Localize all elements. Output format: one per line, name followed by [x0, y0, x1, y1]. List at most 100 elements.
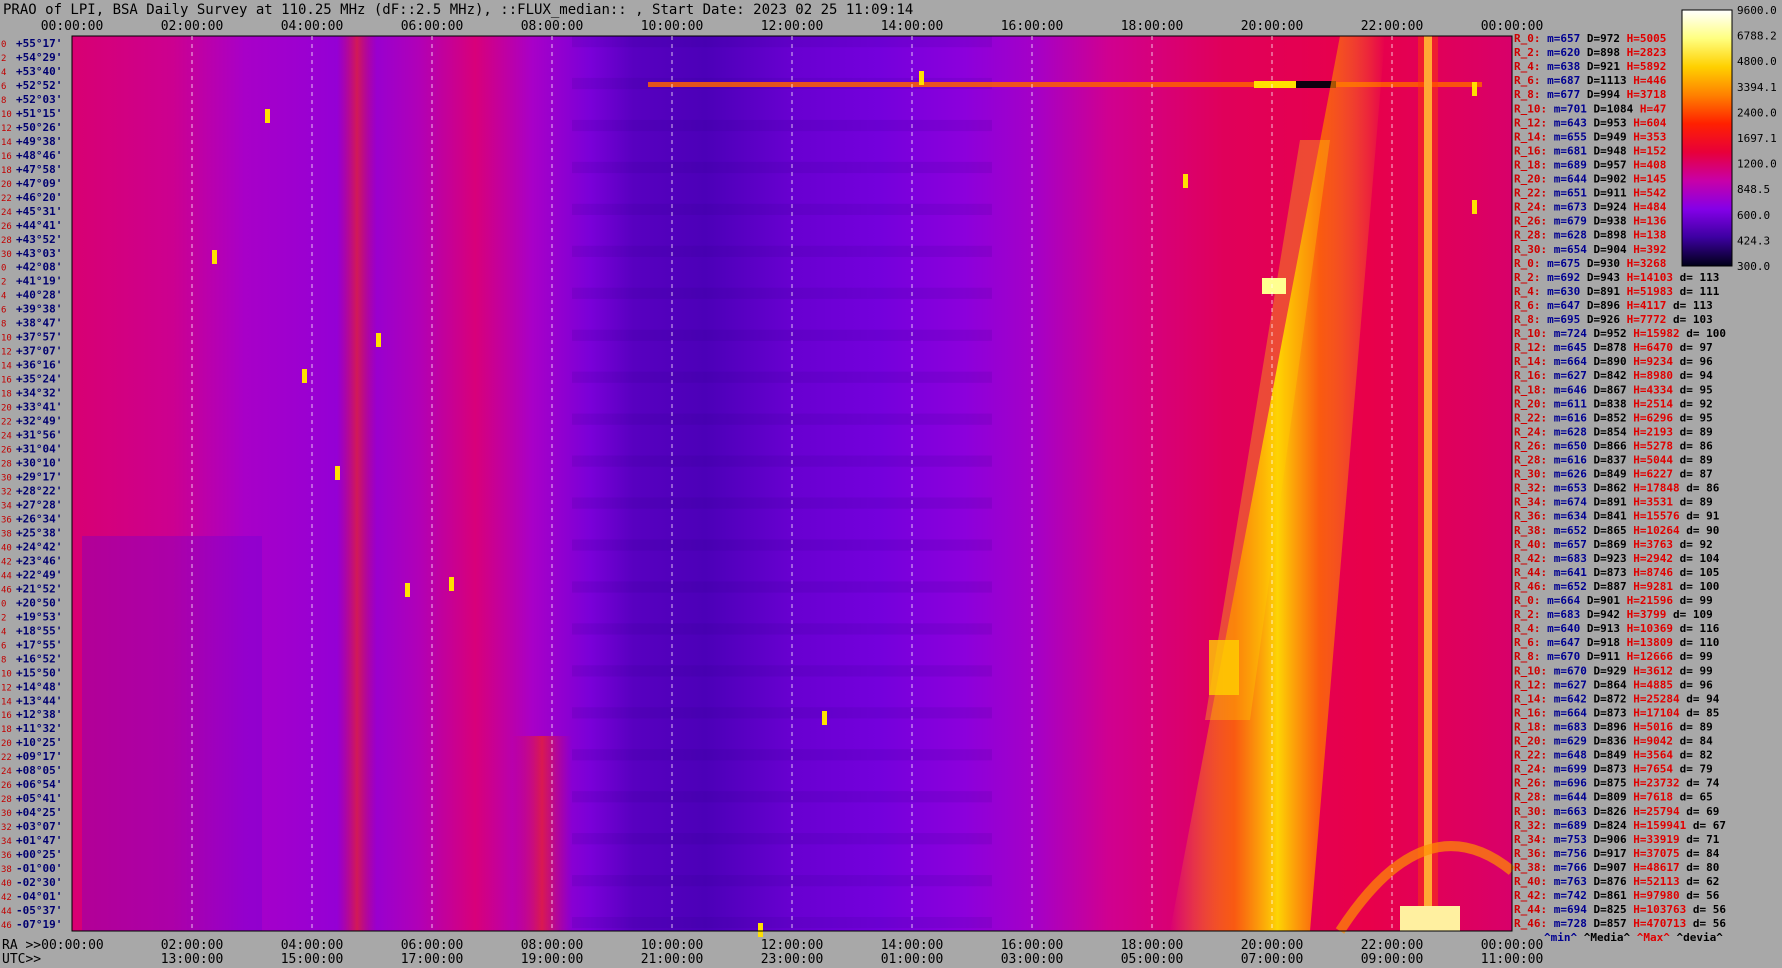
stats-row: R_4: m=640 D=913 H=10369 d= 116	[1514, 622, 1720, 635]
x-top-tick-label: 22:00:00	[1361, 19, 1424, 34]
point-source	[405, 583, 410, 597]
x-top-tick-label: 04:00:00	[281, 19, 344, 34]
stats-row: R_12: m=645 D=878 H=6470 d= 97	[1514, 341, 1713, 354]
colorbar-tick-label: 4800.0	[1737, 55, 1777, 68]
dec-label: +27°28'	[16, 498, 62, 511]
stats-row: R_26: m=650 D=866 H=5278 d= 86	[1514, 439, 1713, 452]
stats-row: R_20: m=644 D=902 H=145	[1514, 173, 1666, 186]
stats-row: R_16: m=627 D=842 H=8980 d= 94	[1514, 369, 1713, 382]
dec-label: +53°40'	[16, 65, 62, 78]
row-index-label: 6	[1, 306, 6, 316]
row-index-label: 46	[1, 585, 12, 595]
dec-label: +26°34'	[16, 512, 62, 525]
row-index-label: 26	[1, 446, 12, 456]
dec-label: +08°05'	[16, 764, 62, 777]
x-bottom-utc-label: 13:00:00	[161, 952, 224, 967]
dec-label: +34°32'	[16, 387, 62, 400]
row-index-label: 2	[1, 54, 6, 64]
dec-label: +36°16'	[16, 359, 62, 372]
dec-label: +23°46'	[16, 554, 62, 567]
stats-row: R_42: m=683 D=923 H=2942 d= 104	[1514, 552, 1720, 565]
row-index-label: 24	[1, 208, 12, 218]
x-bottom-ra-label: 20:00:00	[1241, 938, 1304, 953]
row-index-label: 32	[1, 823, 12, 833]
x-bottom-utc-label: 05:00:00	[1121, 952, 1184, 967]
row-index-label: 16	[1, 711, 12, 721]
stats-row: R_18: m=689 D=957 H=408	[1514, 158, 1666, 171]
stats-row: R_34: m=753 D=906 H=33919 d= 71	[1514, 833, 1720, 846]
stats-row: R_26: m=679 D=938 H=136	[1514, 215, 1667, 228]
point-source	[449, 577, 454, 591]
stats-footer: ^min^ ^Media^ ^Max^ ^devia^	[1544, 931, 1723, 944]
point-source	[376, 333, 381, 347]
dec-label: +20°50'	[16, 596, 62, 609]
dec-label: +49°38'	[16, 135, 62, 148]
x-top-tick-label: 18:00:00	[1121, 19, 1184, 34]
stats-row: R_8: m=695 D=926 H=7772 d= 103	[1514, 313, 1713, 326]
row-index-label: 46	[1, 921, 12, 931]
stats-row: R_24: m=673 D=924 H=484	[1514, 201, 1667, 214]
row-index-label: 10	[1, 334, 12, 344]
row-index-label: 2	[1, 613, 6, 623]
dec-label: +12°38'	[16, 708, 62, 721]
point-source	[335, 466, 340, 480]
dec-label: +42°08'	[16, 261, 62, 274]
dec-label: +31°56'	[16, 429, 62, 442]
heatmap-scanline	[572, 875, 992, 887]
heatmap-scanline	[572, 36, 992, 48]
row-index-label: 30	[1, 809, 12, 819]
row-index-label: 22	[1, 753, 12, 763]
stats-row: R_2: m=683 D=942 H=3799 d= 109	[1514, 608, 1713, 621]
row-index-label: 26	[1, 222, 12, 232]
x-bottom-utc-label: 23:00:00	[761, 952, 824, 967]
colorbar-tick-label: 1697.1	[1737, 132, 1777, 145]
stats-row: R_10: m=670 D=929 H=3612 d= 99	[1514, 664, 1713, 677]
row-index-label: 38	[1, 865, 12, 875]
colorbar-tick-label: 424.3	[1737, 234, 1770, 247]
heatmap-scanline	[572, 413, 992, 425]
dec-label: +52°52'	[16, 79, 62, 92]
row-index-label: 44	[1, 571, 12, 581]
dec-label: +54°29'	[16, 51, 62, 64]
stats-row: R_46: m=652 D=887 H=9281 d= 100	[1514, 580, 1719, 593]
dec-label: +51°15'	[16, 107, 62, 120]
row-index-label: 16	[1, 376, 12, 386]
dec-label: +06°54'	[16, 778, 62, 791]
x-bottom-utc-label: 19:00:00	[521, 952, 584, 967]
dec-label: +04°25'	[16, 806, 62, 819]
heatmap-scanline	[572, 707, 992, 719]
x-top-tick-label: 10:00:00	[641, 19, 704, 34]
stats-row: R_44: m=694 D=825 H=103763 d= 56	[1514, 903, 1726, 916]
stats-row: R_16: m=681 D=948 H=152	[1514, 144, 1666, 157]
dec-label: -04°01'	[16, 890, 62, 903]
stats-row: R_22: m=651 D=911 H=542	[1514, 187, 1666, 200]
heatmap-scanline	[572, 791, 992, 803]
row-index-label: 16	[1, 152, 12, 162]
stats-row: R_2: m=620 D=898 H=2823	[1514, 46, 1666, 59]
row-index-label: 8	[1, 655, 6, 665]
row-index-label: 22	[1, 418, 12, 428]
heatmap-scanline	[572, 371, 992, 383]
dec-label: +24°42'	[16, 540, 62, 553]
stats-row: R_28: m=628 D=898 H=138	[1514, 229, 1666, 242]
stats-row: R_44: m=641 D=873 H=8746 d= 105	[1514, 566, 1719, 579]
row-index-label: 4	[1, 627, 6, 637]
stats-row: R_38: m=766 D=907 H=48617 d= 80	[1514, 861, 1719, 874]
row-index-label: 28	[1, 236, 12, 246]
row-index-label: 28	[1, 795, 12, 805]
row-index-label: 20	[1, 180, 12, 190]
bright-source-low	[1400, 906, 1460, 931]
x-bottom-ra-label: 00:00:00	[1481, 938, 1544, 953]
dec-label: +32°49'	[16, 415, 62, 428]
stats-row: R_34: m=674 D=891 H=3531 d= 89	[1514, 496, 1713, 509]
stats-row: R_26: m=696 D=875 H=23732 d= 74	[1514, 777, 1720, 790]
dec-label: +29°17'	[16, 471, 62, 484]
stats-row: R_14: m=655 D=949 H=353	[1514, 130, 1666, 143]
row-index-label: 28	[1, 460, 12, 470]
row-index-label: 0	[1, 599, 6, 609]
row-index-label: 0	[1, 40, 6, 50]
stats-row: R_20: m=611 D=838 H=2514 d= 92	[1514, 397, 1713, 410]
x-top-tick-label: 06:00:00	[401, 19, 464, 34]
heatmap-scanline	[572, 245, 992, 257]
x-bottom-utc-label: 17:00:00	[401, 952, 464, 967]
